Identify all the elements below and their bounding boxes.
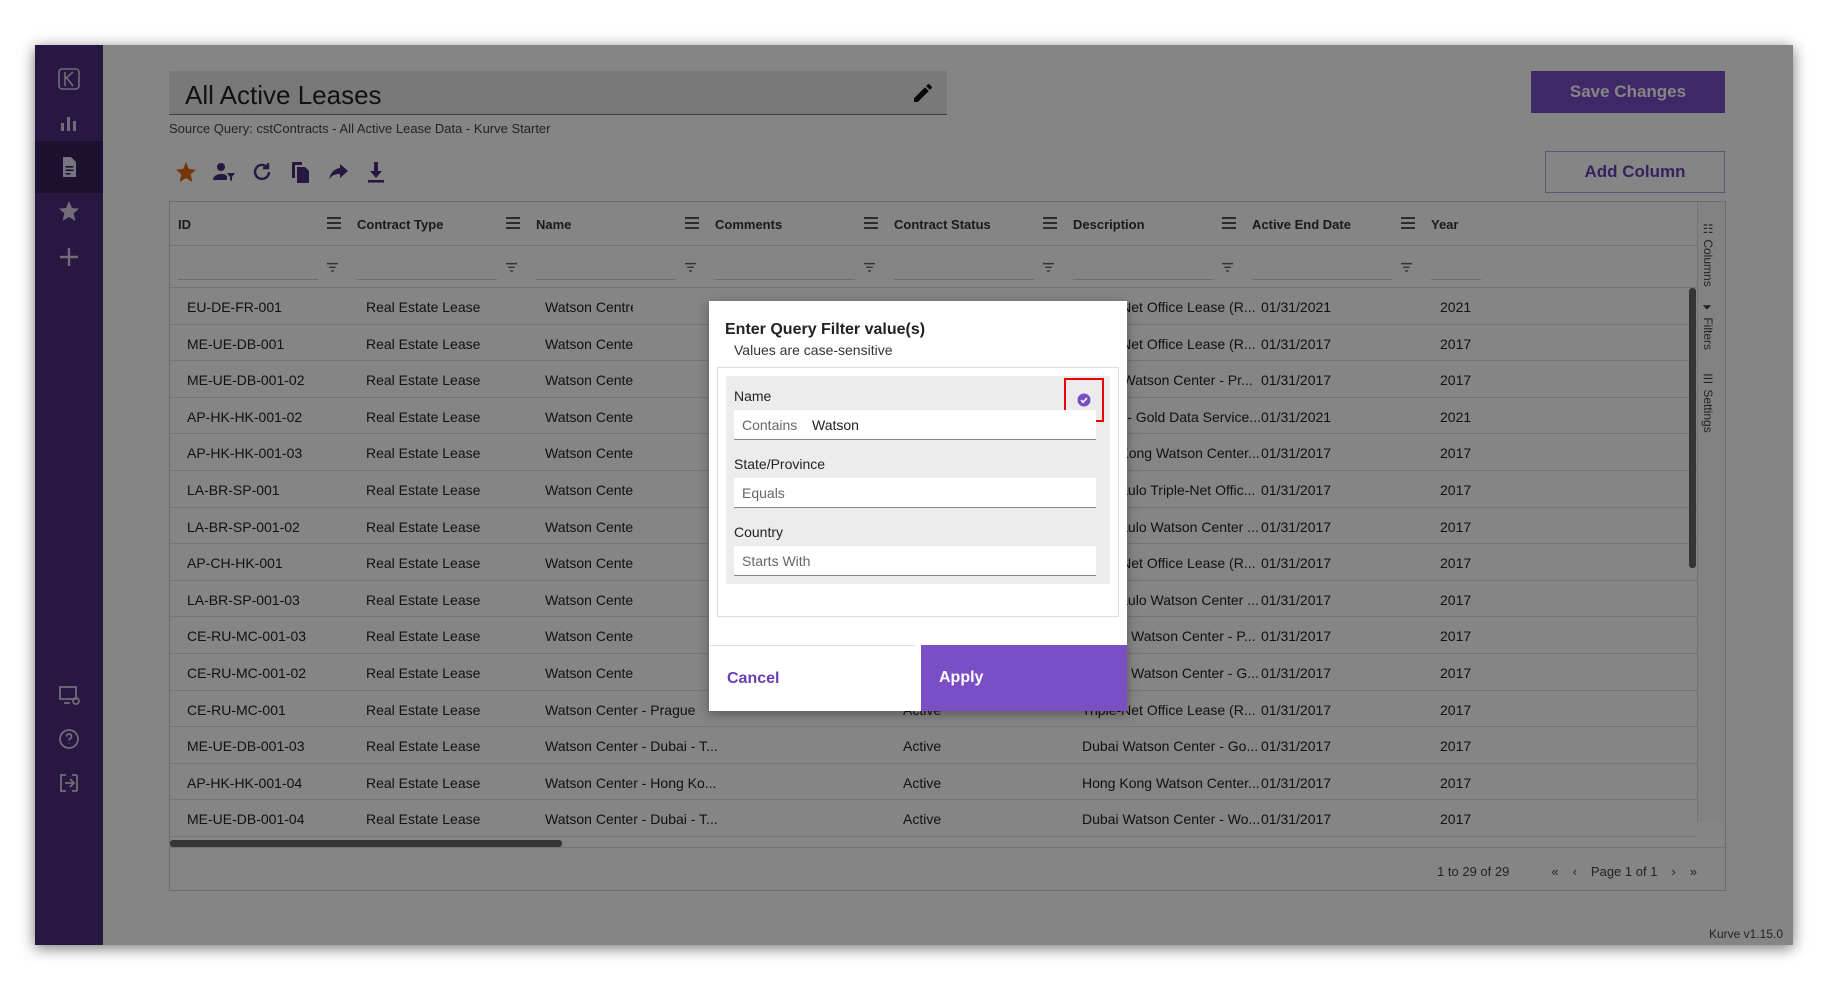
apply-button[interactable]: Apply — [921, 645, 1127, 711]
filter-label: State/Province — [734, 456, 826, 472]
filter-operator[interactable]: Contains — [742, 417, 797, 433]
name-filter-input[interactable]: Contains Watson — [734, 410, 1096, 440]
dialog-subtitle: Values are case-sensitive — [734, 342, 893, 358]
filter-label: Name — [734, 388, 772, 404]
filter-label: Country — [734, 524, 784, 540]
query-filter-dialog: Enter Query Filter value(s) Values are c… — [709, 301, 1127, 711]
filter-group-state-province: State/Province Equals — [726, 444, 1110, 516]
check-circle-icon — [1077, 393, 1091, 407]
cancel-button[interactable]: Cancel — [709, 645, 915, 711]
dialog-title: Enter Query Filter value(s) — [725, 321, 926, 338]
filter-group-country: Country Starts With — [726, 512, 1110, 584]
app-window: All Active Leases Source Query: cstContr… — [35, 45, 1793, 945]
filter-group-name: Name Contains Watson — [726, 376, 1110, 448]
country-filter-input[interactable]: Starts With — [734, 546, 1096, 576]
filter-list: Name Contains Watson State/Province Equa… — [717, 367, 1119, 617]
filter-operator[interactable]: Equals — [742, 485, 785, 501]
filter-operator[interactable]: Starts With — [742, 553, 810, 569]
filter-value[interactable]: Watson — [812, 417, 859, 433]
state-province-filter-input[interactable]: Equals — [734, 478, 1096, 508]
